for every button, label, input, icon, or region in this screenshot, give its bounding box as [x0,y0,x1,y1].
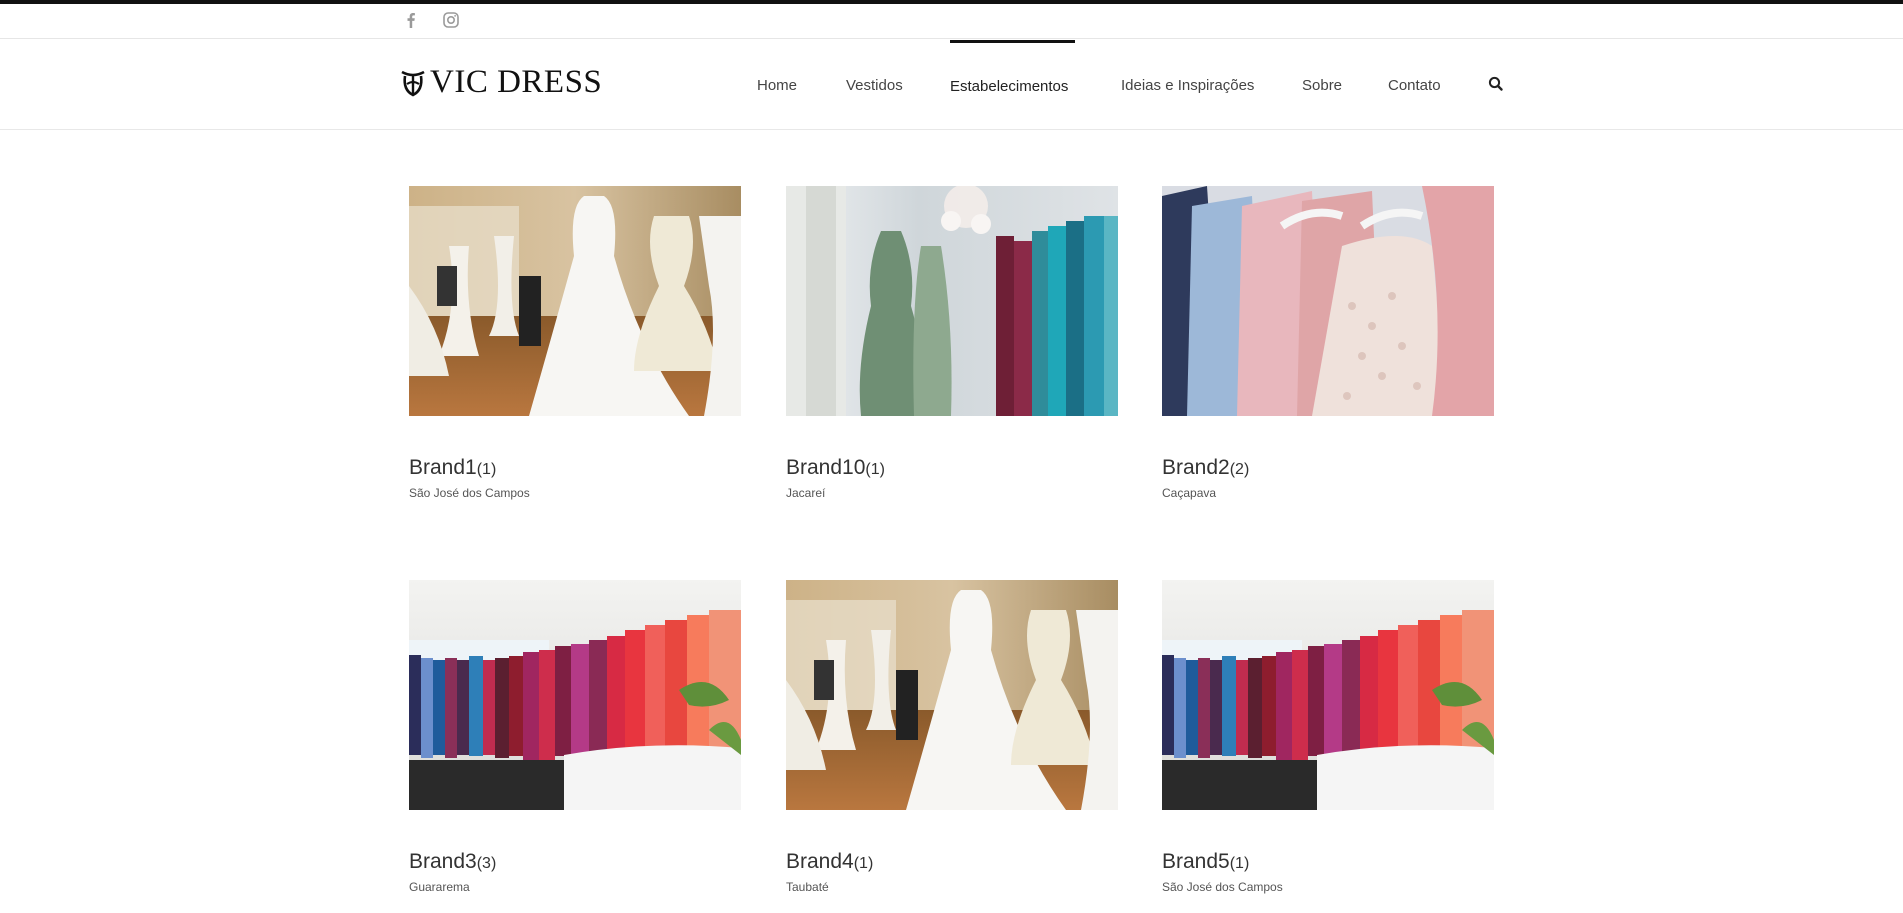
listing-count: (1) [865,461,885,478]
listing-title[interactable]: Brand2(2) [1162,455,1494,483]
listing-title[interactable]: Brand3(3) [409,849,741,877]
listing-title[interactable]: Brand10(1) [786,455,1118,483]
nav-item-contato[interactable]: Contato [1388,40,1441,130]
listing-name: Brand2 [1162,456,1230,479]
instagram-icon[interactable] [442,11,460,29]
listing-city: Jacareí [786,486,826,500]
listing-name: Brand3 [409,850,477,873]
listing-name: Brand5 [1162,850,1230,873]
pastel-dresses-photo[interactable] [1162,186,1494,416]
listing-card[interactable]: Brand5(1) São José dos Campos [1162,580,1494,895]
listing-count: (2) [1229,461,1250,478]
facebook-icon[interactable] [402,11,420,29]
listing-title[interactable]: Brand1(1) [409,455,741,483]
listing-card[interactable]: Brand2(2) Caçapava [1162,186,1494,501]
listing-city: Guararema [409,880,470,894]
colorful-dress-rack-photo[interactable] [409,580,741,810]
bridal-showroom-photo[interactable] [786,580,1118,810]
listing-name: Brand1 [409,456,477,479]
gown-rack-chandelier-photo[interactable] [786,186,1118,416]
search-icon[interactable] [1486,74,1506,94]
listing-city: São José dos Campos [409,486,530,500]
listing-count: (1) [853,855,874,872]
top-bar [0,4,1903,39]
social-links [402,11,460,29]
listing-name: Brand10 [786,456,866,479]
listing-card[interactable]: Brand1(1) São José dos Campos [409,186,741,501]
listing-count: (3) [476,855,497,872]
nav-item-home[interactable]: Home [757,40,797,130]
listing-card[interactable]: Brand10(1) Jacareí [786,186,1118,501]
colorful-dress-rack-photo[interactable] [1162,580,1494,810]
listing-card[interactable]: Brand4(1) Taubaté [786,580,1118,895]
nav-item-ideias[interactable]: Ideias e Inspirações [1121,40,1254,130]
listing-city: São José dos Campos [1162,880,1283,894]
nav-item-vestidos[interactable]: Vestidos [846,40,903,130]
site-header: VIC DRESS Home Vestidos Estabelecimentos… [0,40,1903,130]
listing-count: (1) [476,461,497,478]
listing-city: Caçapava [1162,486,1217,500]
listing-city: Taubaté [786,880,829,894]
listing-count: (1) [1229,855,1250,872]
nav-item-sobre[interactable]: Sobre [1302,40,1342,130]
listings-grid: Brand1(1) São José dos Campos Brand10(1)… [0,0,1903,913]
listing-card[interactable]: Brand3(3) Guararema [409,580,741,895]
listing-title[interactable]: Brand4(1) [786,849,1118,877]
main-nav: Home Vestidos Estabelecimentos Ideias e … [0,40,1903,130]
nav-item-estabelecimentos[interactable]: Estabelecimentos [950,40,1075,130]
listing-title[interactable]: Brand5(1) [1162,849,1494,877]
listing-name: Brand4 [786,850,854,873]
bridal-showroom-photo[interactable] [409,186,741,416]
